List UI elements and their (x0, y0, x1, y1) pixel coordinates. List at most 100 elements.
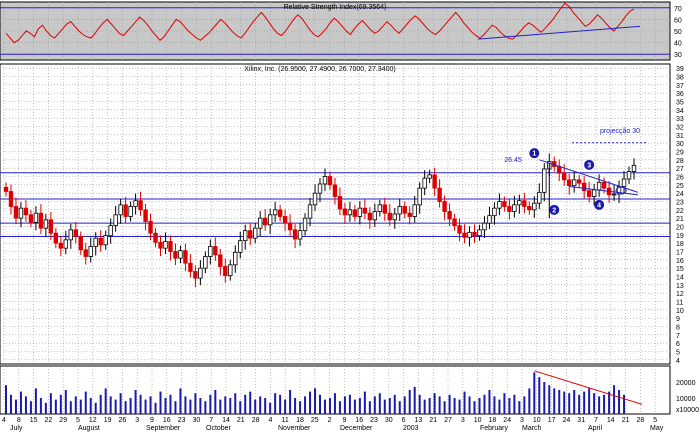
candle-body (253, 227, 258, 239)
x-month-label: April (588, 425, 602, 432)
candle-body (562, 172, 567, 181)
candle-body (497, 201, 502, 209)
candle-body (163, 241, 168, 249)
x-day-tick-label: 2 (328, 417, 332, 424)
price-y-tick-label: 31 (676, 133, 684, 140)
wave-marker-label: 1 (532, 151, 536, 158)
price-y-tick-label: 5 (676, 350, 680, 357)
x-day-tick-label: 16 (355, 417, 363, 424)
candle-body (377, 204, 383, 212)
candle-body (73, 229, 78, 237)
x-day-tick-label: 3 (520, 417, 524, 424)
x-day-tick-label: 16 (163, 417, 171, 424)
candle-body (128, 206, 133, 217)
candle-body (83, 249, 88, 257)
candle-body (103, 235, 108, 246)
rsi-y-tick-label: 60 (674, 17, 682, 24)
candle-body (168, 241, 173, 252)
candle-body (482, 222, 487, 231)
candle-body (88, 246, 93, 257)
price-y-tick-label: 20 (676, 225, 684, 232)
candle-body (397, 206, 402, 215)
x-day-tick-label: 28 (252, 417, 260, 424)
candle-body (611, 193, 617, 196)
candle-body (173, 251, 178, 259)
candle-body (447, 211, 452, 220)
x-day-tick-label: 23 (178, 417, 186, 424)
candle-body (113, 214, 118, 227)
candle-body (382, 204, 387, 214)
x-day-tick-label: 27 (444, 417, 452, 424)
x-month-label: October (206, 425, 232, 432)
candle-body (58, 242, 64, 249)
candle-body (452, 218, 457, 227)
candle-body (208, 246, 213, 257)
candle-body (78, 236, 83, 251)
price-y-tick-label: 27 (676, 166, 684, 173)
candle-body (292, 229, 298, 240)
x-month-label: July (10, 425, 23, 432)
price-y-tick-label: 12 (676, 291, 684, 298)
level-label: 26.45 (504, 157, 522, 164)
candle-body (352, 209, 358, 217)
candle-body (287, 222, 293, 231)
candle-body (477, 229, 482, 237)
price-y-tick-label: 23 (676, 200, 684, 207)
projection-label: projecção 30 (600, 128, 640, 135)
x-day-tick-label: 18 (489, 417, 497, 424)
candle-body (427, 174, 432, 179)
price-y-tick-label: 16 (676, 258, 684, 265)
candle-body (33, 212, 39, 223)
candle-body (123, 204, 128, 217)
candle-body (487, 215, 492, 224)
price-y-tick-label: 9 (676, 316, 680, 323)
price-y-tick-label: 6 (676, 341, 680, 348)
candle-body (228, 264, 233, 277)
candle-body (342, 208, 348, 216)
candle-body (108, 225, 113, 237)
x-month-label: September (146, 425, 181, 432)
candle-body (472, 231, 477, 237)
candle-body (3, 186, 9, 192)
candle-body (277, 209, 283, 217)
x-month-label: February (480, 425, 509, 432)
price-y-tick-label: 37 (676, 83, 684, 90)
candle-body (302, 217, 308, 232)
candle-body (417, 187, 422, 206)
price-y-tick-label: 22 (676, 208, 684, 215)
candle-body (312, 192, 318, 206)
rsi-y-tick-label: 40 (674, 41, 682, 48)
candle-body (332, 184, 338, 197)
price-y-tick-label: 26 (676, 175, 684, 182)
volume-y-tick-label: 20000 (676, 380, 696, 387)
candle-body (68, 229, 73, 241)
candle-body (248, 230, 253, 239)
x-day-tick-label: 21 (429, 417, 437, 424)
candle-body (362, 207, 368, 214)
candle-body (586, 190, 592, 197)
x-day-tick-label: 6 (402, 417, 406, 424)
candle-body (93, 237, 98, 247)
x-month-label: May (650, 425, 664, 432)
candle-body (347, 209, 353, 216)
x-day-tick-label: 22 (45, 417, 53, 424)
price-y-tick-label: 29 (676, 150, 684, 157)
candle-body (38, 212, 44, 229)
x-day-tick-label: 14 (222, 417, 230, 424)
candle-body (48, 219, 54, 234)
price-y-tick-label: 13 (676, 283, 684, 290)
candle-body (357, 207, 363, 217)
x-day-tick-label: 11 (282, 417, 289, 424)
candle-body (412, 204, 417, 217)
x-day-tick-label: 9 (150, 417, 154, 424)
x-day-tick-label: 3 (461, 417, 465, 424)
price-y-tick-label: 15 (676, 266, 684, 273)
candle-body (257, 217, 263, 229)
candle-body (307, 204, 313, 219)
wave-marker-label: 2 (552, 207, 556, 214)
candle-body (297, 230, 303, 240)
x-day-tick-label: 17 (548, 417, 556, 424)
price-y-tick-label: 36 (676, 91, 684, 98)
candle-body (158, 241, 163, 249)
candle-body (407, 212, 412, 217)
